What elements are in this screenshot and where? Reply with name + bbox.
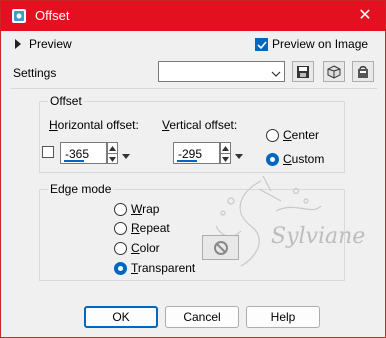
app-icon: [11, 8, 27, 24]
spin-down-icon[interactable]: [221, 154, 230, 164]
watermark-logo: Sylviane: [215, 175, 365, 267]
save-icon: [297, 65, 309, 78]
center-radio[interactable]: Center: [266, 128, 319, 142]
center-label: Center: [283, 128, 320, 142]
help-button[interactable]: Help: [246, 306, 320, 328]
vertical-offset-input[interactable]: -295: [173, 142, 220, 164]
close-button[interactable]: ✕: [353, 4, 377, 28]
custom-radio[interactable]: Custom: [266, 152, 324, 166]
input-underline: [177, 160, 197, 162]
spin-up-icon[interactable]: [221, 143, 230, 153]
vertical-offset-dropdown-icon[interactable]: [235, 148, 243, 162]
title-bar: Offset ✕: [1, 1, 385, 31]
transparent-label: Transparent: [131, 261, 196, 275]
horizontal-offset-label: Horizontal offset:: [49, 118, 139, 132]
radio-selected-icon: [114, 261, 127, 275]
edge-color-swatch[interactable]: [202, 235, 239, 260]
radio-unselected-icon: [114, 241, 127, 255]
spin-up-icon[interactable]: [108, 143, 117, 153]
vertical-offset-value: -295: [178, 147, 203, 161]
no-color-icon: [213, 240, 228, 255]
horizontal-offset-value: -365: [65, 147, 90, 161]
checkbox-checked-icon: [255, 37, 268, 51]
wrap-radio[interactable]: Wrap: [114, 202, 159, 216]
divider: [11, 88, 377, 89]
preview-label: Preview: [29, 37, 72, 51]
color-radio[interactable]: Color: [114, 241, 160, 255]
offset-dialog: Offset ✕ Preview Preview on Image Settin…: [0, 0, 386, 338]
custom-label: Custom: [283, 152, 325, 166]
vertical-offset-spinner[interactable]: [220, 142, 231, 164]
settings-label: Settings: [13, 66, 57, 80]
reset-preset-button[interactable]: [323, 61, 345, 82]
watermark-text: Sylviane: [271, 224, 365, 249]
radio-unselected-icon: [114, 202, 127, 216]
chevron-down-icon: [271, 67, 281, 81]
radio-unselected-icon: [266, 128, 279, 142]
input-underline: [64, 160, 84, 162]
link-offsets-checkbox[interactable]: [42, 146, 54, 158]
horizontal-offset-input[interactable]: -365: [60, 142, 107, 164]
manage-presets-icon: [358, 65, 368, 78]
window-title: Offset: [35, 8, 70, 23]
preview-on-image-checkbox[interactable]: Preview on Image: [255, 37, 368, 51]
radio-unselected-icon: [114, 221, 127, 235]
settings-dropdown[interactable]: [158, 61, 285, 82]
save-preset-button[interactable]: [292, 61, 314, 82]
radio-selected-icon: [266, 152, 279, 166]
edge-mode-group-title: Edge mode: [48, 182, 114, 196]
offset-group-title: Offset: [48, 94, 84, 108]
preview-row: Preview Preview on Image: [1, 31, 385, 57]
vertical-offset-label: Vertical offset:: [162, 118, 238, 132]
cube-icon: [327, 64, 341, 79]
color-label: Color: [131, 241, 160, 255]
repeat-radio[interactable]: Repeat: [114, 221, 170, 235]
manage-presets-button[interactable]: [352, 61, 374, 82]
close-icon: ✕: [358, 7, 372, 24]
expand-triangle-icon: [15, 39, 21, 49]
preview-expander[interactable]: Preview: [15, 37, 72, 51]
horizontal-offset-dropdown-icon[interactable]: [122, 148, 130, 162]
cancel-button[interactable]: Cancel: [165, 306, 239, 328]
wrap-label: Wrap: [131, 202, 160, 216]
ok-button[interactable]: OK: [84, 306, 158, 328]
repeat-label: Repeat: [131, 221, 170, 235]
transparent-radio[interactable]: Transparent: [114, 261, 195, 275]
spin-down-icon[interactable]: [108, 154, 117, 164]
horizontal-offset-spinner[interactable]: [107, 142, 118, 164]
preview-on-image-label: Preview on Image: [272, 37, 369, 51]
